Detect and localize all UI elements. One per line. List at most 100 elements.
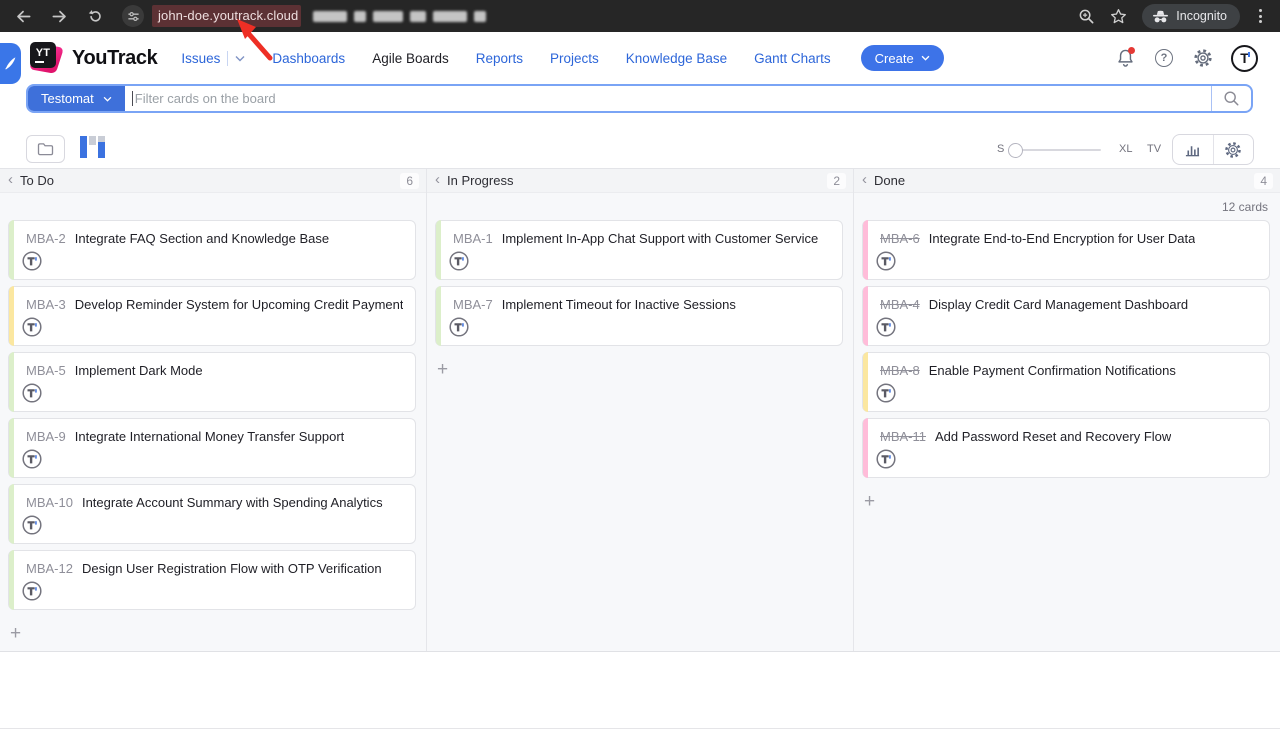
add-card-button[interactable]: + (864, 491, 886, 513)
tv-mode-label[interactable]: TV (1147, 143, 1161, 155)
issue-title[interactable]: Integrate FAQ Section and Knowledge Base (75, 231, 329, 246)
assignee-avatar[interactable] (876, 251, 896, 271)
issue-title[interactable]: Display Credit Card Management Dashboard (929, 297, 1188, 312)
chart-view-toggle[interactable] (77, 136, 107, 163)
nav-item-agile-boards[interactable]: Agile Boards (372, 51, 449, 66)
assignee-avatar[interactable] (22, 449, 42, 469)
assignee-avatar[interactable] (22, 317, 42, 337)
issue-card[interactable]: MBA-7 Implement Timeout for Inactive Ses… (435, 286, 843, 346)
issue-title[interactable]: Develop Reminder System for Upcoming Cre… (75, 297, 403, 312)
issue-card[interactable]: MBA-6 Integrate End-to-End Encryption fo… (862, 220, 1270, 280)
issue-card[interactable]: MBA-8 Enable Payment Confirmation Notifi… (862, 352, 1270, 412)
collapse-chevron-icon[interactable]: ‹ (435, 172, 440, 187)
assignee-avatar[interactable] (22, 251, 42, 271)
column-done-header[interactable]: ‹ Done 4 (854, 169, 1280, 193)
settings-gear-icon[interactable] (1192, 47, 1214, 69)
filter-cards-input[interactable]: Filter cards on the board (125, 86, 1211, 111)
issue-card[interactable]: MBA-11 Add Password Reset and Recovery F… (862, 418, 1270, 478)
assignee-avatar[interactable] (22, 581, 42, 601)
issue-id[interactable]: MBA-4 (880, 297, 920, 312)
issue-title[interactable]: Integrate International Money Transfer S… (75, 429, 345, 444)
collapse-chevron-icon[interactable]: ‹ (862, 172, 867, 187)
forward-icon[interactable] (46, 3, 72, 29)
slider-knob[interactable] (1008, 143, 1023, 158)
reload-icon[interactable] (82, 3, 108, 29)
column-count-badge: 4 (1254, 173, 1273, 189)
assignee-avatar[interactable] (22, 515, 42, 535)
issue-title[interactable]: Integrate Account Summary with Spending … (82, 495, 383, 510)
issue-card[interactable]: MBA-2 Integrate FAQ Section and Knowledg… (8, 220, 416, 280)
in-progress-cards-list: MBA-1 Implement In-App Chat Support with… (435, 220, 843, 346)
incognito-badge[interactable]: Incognito (1142, 4, 1240, 29)
issue-card[interactable]: MBA-1 Implement In-App Chat Support with… (435, 220, 843, 280)
nav-item-projects[interactable]: Projects (550, 51, 599, 66)
gear-icon (1224, 141, 1242, 159)
assignee-avatar[interactable] (22, 383, 42, 403)
issue-card[interactable]: MBA-3 Develop Reminder System for Upcomi… (8, 286, 416, 346)
column-in-progress: ‹ In Progress 2 MBA-1 Implement In-App C… (426, 169, 853, 651)
issue-card[interactable]: MBA-10 Integrate Account Summary with Sp… (8, 484, 416, 544)
issue-id[interactable]: MBA-8 (880, 363, 920, 378)
user-avatar[interactable]: T (1231, 45, 1258, 72)
zoom-page-icon[interactable] (1078, 8, 1095, 25)
column-in-progress-header[interactable]: ‹ In Progress 2 (427, 169, 853, 193)
add-card-button[interactable]: + (437, 359, 459, 381)
issue-id[interactable]: MBA-10 (26, 495, 73, 510)
issue-id[interactable]: MBA-1 (453, 231, 493, 246)
board-selector-button[interactable]: Testomat (28, 86, 125, 111)
issue-id[interactable]: MBA-7 (453, 297, 493, 312)
statistics-button[interactable] (1173, 135, 1213, 164)
site-info-icon[interactable] (122, 5, 144, 27)
assignee-avatar[interactable] (449, 251, 469, 271)
issue-title[interactable]: Design User Registration Flow with OTP V… (82, 561, 382, 576)
assignee-avatar[interactable] (449, 317, 469, 337)
issue-id[interactable]: MBA-2 (26, 231, 66, 246)
issue-card[interactable]: MBA-5 Implement Dark Mode (8, 352, 416, 412)
collapse-chevron-icon[interactable]: ‹ (8, 172, 13, 187)
issue-id[interactable]: MBA-5 (26, 363, 66, 378)
nav-item-knowledge-base[interactable]: Knowledge Base (626, 51, 727, 66)
assignee-avatar[interactable] (876, 449, 896, 469)
issue-title[interactable]: Add Password Reset and Recovery Flow (935, 429, 1171, 444)
column-todo: ‹ To Do 6 MBA-2 Integrate FAQ Section an… (0, 169, 426, 651)
issues-link[interactable]: Issues (181, 51, 220, 66)
feather-icon (4, 56, 17, 71)
issue-title[interactable]: Implement Timeout for Inactive Sessions (502, 297, 736, 312)
issue-id[interactable]: MBA-12 (26, 561, 73, 576)
notifications-bell-icon[interactable] (1114, 47, 1136, 69)
issue-id[interactable]: MBA-9 (26, 429, 66, 444)
browser-menu-icon[interactable] (1255, 7, 1266, 25)
clipper-edge-tab[interactable] (0, 43, 21, 84)
help-icon[interactable]: ? (1153, 47, 1175, 69)
url-text[interactable]: john-doe.youtrack.cloud (152, 5, 301, 27)
board-settings-button[interactable] (1213, 135, 1254, 164)
address-bar[interactable]: john-doe.youtrack.cloud (122, 5, 486, 27)
issue-card[interactable]: MBA-12 Design User Registration Flow wit… (8, 550, 416, 610)
issue-title[interactable]: Enable Payment Confirmation Notification… (929, 363, 1176, 378)
hide-orphans-folder-button[interactable] (26, 135, 65, 163)
add-card-button[interactable]: + (10, 623, 32, 645)
assignee-avatar[interactable] (876, 383, 896, 403)
issue-id[interactable]: MBA-3 (26, 297, 66, 312)
nav-item-reports[interactable]: Reports (476, 51, 523, 66)
nav-item-gantt-charts[interactable]: Gantt Charts (754, 51, 831, 66)
youtrack-logo[interactable]: YT (30, 42, 64, 74)
create-button[interactable]: Create (861, 45, 944, 71)
app-header: YT YouTrack Issues Dashboards Agile Boar… (0, 32, 1280, 84)
issue-id[interactable]: MBA-11 (880, 429, 926, 444)
issue-card[interactable]: MBA-9 Integrate International Money Tran… (8, 418, 416, 478)
issue-title[interactable]: Implement In-App Chat Support with Custo… (502, 231, 818, 246)
back-icon[interactable] (10, 3, 36, 29)
card-size-slider[interactable] (1011, 149, 1101, 151)
column-todo-header[interactable]: ‹ To Do 6 (0, 169, 426, 193)
issue-title[interactable]: Integrate End-to-End Encryption for User… (929, 231, 1196, 246)
search-button[interactable] (1211, 86, 1251, 111)
assignee-avatar[interactable] (876, 317, 896, 337)
size-large-label: XL (1119, 143, 1132, 155)
create-button-label: Create (875, 51, 914, 66)
issue-card[interactable]: MBA-4 Display Credit Card Management Das… (862, 286, 1270, 346)
bookmark-star-icon[interactable] (1110, 8, 1127, 25)
issue-id[interactable]: MBA-6 (880, 231, 920, 246)
nav-item-dashboards[interactable]: Dashboards (272, 51, 345, 66)
issue-title[interactable]: Implement Dark Mode (75, 363, 203, 378)
